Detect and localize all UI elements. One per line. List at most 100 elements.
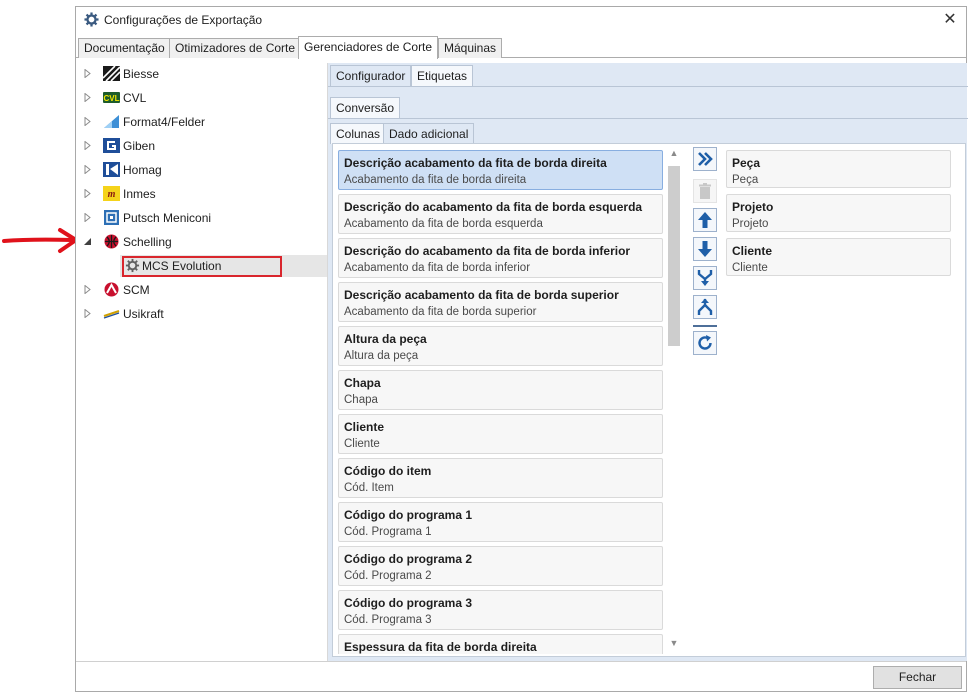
list-item[interactable]: Espessura da fita de borda direita (338, 634, 663, 654)
list-item[interactable]: Código do programa 1 Cód. Programa 1 (338, 502, 663, 542)
list-item[interactable]: Projeto Projeto (726, 194, 951, 232)
expand-triangle-icon[interactable] (83, 141, 92, 150)
expand-triangle-icon[interactable] (83, 165, 92, 174)
list-item-subtitle: Cód. Programa 2 (344, 570, 432, 582)
expand-triangle-icon[interactable] (83, 309, 92, 318)
expand-triangle-icon[interactable] (83, 285, 92, 294)
tree-item-schelling[interactable]: Schelling (76, 231, 327, 253)
list-item[interactable]: Código do item Cód. Item (338, 458, 663, 498)
tree-item-label: Schelling (123, 235, 172, 249)
refresh-button[interactable] (693, 331, 717, 355)
close-button[interactable]: Fechar (873, 666, 962, 689)
tree-item-inmes[interactable]: m Inmes (76, 183, 327, 205)
expand-triangle-icon[interactable] (83, 93, 92, 102)
list-item[interactable]: Descrição do acabamento da fita de borda… (338, 238, 663, 278)
list-item-subtitle: Acabamento da fita de borda esquerda (344, 218, 543, 230)
column-actions-toolbar (690, 144, 720, 364)
tab-otimizadores-de-corte[interactable]: Otimizadores de Corte (169, 38, 302, 58)
tree-item-mcs-evolution[interactable]: MCS Evolution (76, 255, 327, 277)
tab-gerenciadores-de-corte[interactable]: Gerenciadores de Corte (298, 36, 439, 59)
expand-triangle-icon[interactable] (83, 213, 92, 222)
list-item-title: Projeto (732, 200, 774, 214)
double-chevron-right-icon (698, 152, 713, 166)
list-item-title: Altura da peça (344, 332, 427, 346)
scrollbar-thumb[interactable] (668, 166, 680, 346)
list-item[interactable]: Código do programa 2 Cód. Programa 2 (338, 546, 663, 586)
list-item-title: Chapa (344, 376, 381, 390)
tab-maquinas[interactable]: Máquinas (438, 38, 503, 58)
panel-tab-strip: Configurador Etiquetas (330, 65, 960, 86)
arrow-up-icon (698, 212, 712, 228)
tree-item-label: Inmes (123, 187, 156, 201)
tree-item-scm[interactable]: SCM (76, 279, 327, 301)
tree-item-label: CVL (123, 91, 147, 105)
tree-item-biesse[interactable]: Biesse (76, 63, 327, 85)
tree-item-label: Homag (123, 163, 162, 177)
list-item[interactable]: Código do programa 3 Cód. Programa 3 (338, 590, 663, 630)
list-item-subtitle: Chapa (344, 394, 378, 406)
list-item-subtitle: Acabamento da fita de borda inferior (344, 262, 531, 274)
expand-triangle-icon[interactable] (83, 117, 92, 126)
move-down-button[interactable] (693, 237, 717, 261)
tree-item-label: Giben (123, 139, 156, 153)
tree-item-format4-felder[interactable]: Format4/Felder (76, 111, 327, 133)
move-up-button[interactable] (693, 208, 717, 232)
tree-item-homag[interactable]: Homag (76, 159, 327, 181)
list-item[interactable]: Descrição acabamento da fita de borda di… (338, 150, 663, 190)
biesse-logo-icon (103, 66, 120, 81)
export-settings-window: Configurações de Exportação ✕ Documentaç… (75, 6, 968, 692)
list-item[interactable]: Cliente Cliente (338, 414, 663, 454)
tree-item-label: Putsch Meniconi (123, 211, 212, 225)
list-item[interactable]: Descrição acabamento da fita de borda su… (338, 282, 663, 322)
tab-dado-adicional[interactable]: Dado adicional (383, 123, 475, 144)
available-columns-list: Descrição acabamento da fita de borda di… (338, 150, 664, 654)
split-button[interactable] (693, 295, 717, 319)
scroll-down-icon[interactable]: ▼ (665, 638, 683, 654)
delete-button[interactable] (693, 179, 717, 203)
toolbar-separator (693, 325, 717, 327)
selected-columns-list: Peça Peça Projeto Projeto Cliente Client… (726, 150, 961, 290)
list-item-subtitle: Peça (732, 174, 759, 186)
list-item[interactable]: Chapa Chapa (338, 370, 663, 410)
trash-icon (699, 183, 711, 199)
expand-triangle-icon[interactable] (83, 189, 92, 198)
scroll-up-icon[interactable]: ▲ (665, 148, 683, 164)
collapse-triangle-icon[interactable] (83, 237, 92, 246)
giben-logo-icon (103, 138, 120, 153)
expand-triangle-icon[interactable] (83, 69, 92, 78)
configuration-panel: Configurador Etiquetas Conversão Colunas… (327, 63, 968, 661)
list-item-subtitle: Acabamento da fita de borda superior (344, 306, 537, 318)
add-all-button[interactable] (693, 147, 717, 171)
arrow-down-icon (698, 241, 712, 257)
tab-documentacao[interactable]: Documentação (78, 38, 171, 58)
list-item-title: Peça (732, 156, 761, 170)
list-item-title: Código do item (344, 464, 432, 478)
red-annotation-arrow (2, 228, 78, 253)
footer-bar: Fechar (76, 661, 966, 691)
tab-conversao[interactable]: Conversão (330, 97, 401, 118)
red-highlight-box (122, 256, 282, 277)
list-item-subtitle: Altura da peça (344, 350, 419, 362)
list-scrollbar[interactable]: ▲ ▼ (665, 148, 683, 654)
cvl-logo-icon: CVL (103, 92, 120, 103)
tree-item-giben[interactable]: Giben (76, 135, 327, 157)
list-item[interactable]: Descrição do acabamento da fita de borda… (338, 194, 663, 234)
list-item-subtitle: Cód. Programa 3 (344, 614, 432, 626)
tab-etiquetas[interactable]: Etiquetas (411, 65, 474, 86)
tree-item-usikraft[interactable]: Usikraft (76, 303, 327, 325)
list-item[interactable]: Peça Peça (726, 150, 951, 188)
tree-item-putsch-meniconi[interactable]: Putsch Meniconi (76, 207, 327, 229)
list-item[interactable]: Cliente Cliente (726, 238, 951, 276)
usikraft-logo-icon (103, 310, 120, 319)
list-item-title: Código do programa 2 (344, 552, 473, 566)
close-window-button[interactable]: ✕ (940, 10, 960, 30)
list-item[interactable]: Altura da peça Altura da peça (338, 326, 663, 366)
divider (328, 86, 968, 87)
tree-item-cvl[interactable]: CVL CVL (76, 87, 327, 109)
tab-colunas[interactable]: Colunas (330, 123, 387, 144)
main-tab-strip: Documentação Otimizadores de Corte Geren… (76, 36, 966, 59)
list-item-subtitle: Acabamento da fita de borda direita (344, 174, 527, 186)
merge-button[interactable] (693, 266, 717, 290)
tab-configurador[interactable]: Configurador (330, 65, 412, 86)
divider (328, 118, 968, 119)
